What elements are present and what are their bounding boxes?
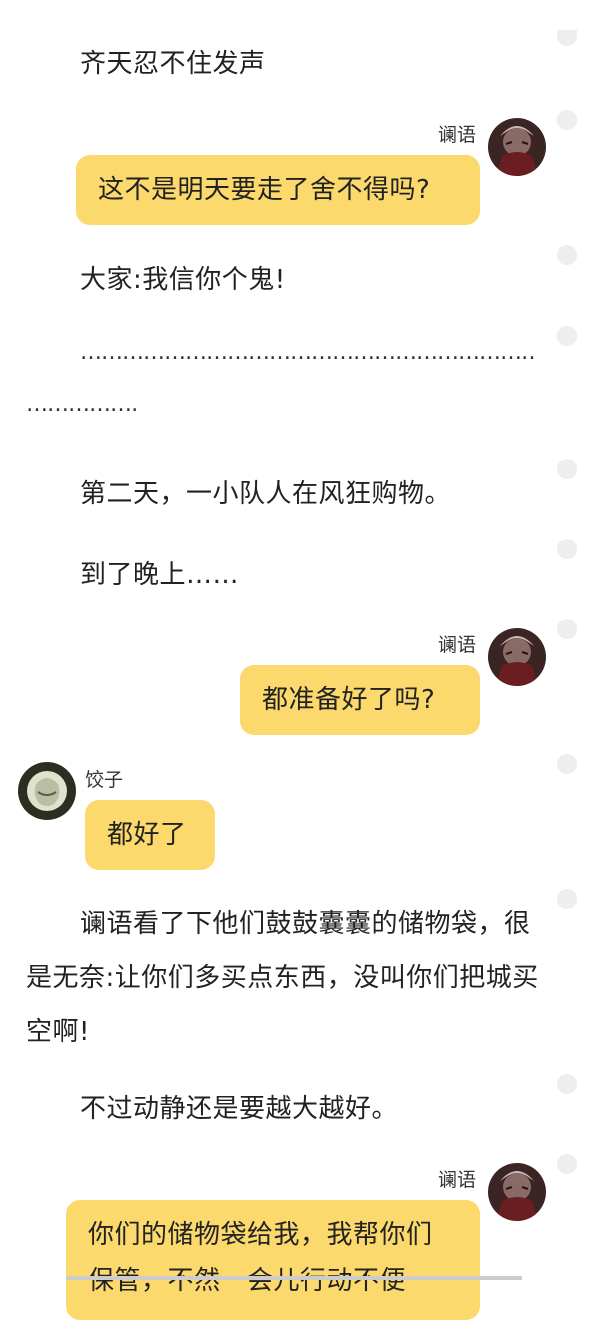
comment-dot-icon[interactable]: [557, 1154, 577, 1174]
chat-bubble: 你们的储物袋给我，我帮你们保管，不然一会儿行动不便: [66, 1200, 480, 1320]
story-paragraph: 第二天，一小队人在风狂购物。: [80, 479, 452, 509]
speaker-name: 谰语: [438, 634, 477, 656]
horizontal-scrollbar[interactable]: [66, 1276, 522, 1280]
chat-bubble: 都准备好了吗?: [240, 665, 480, 735]
ellipsis-line: …………………………………………………………………: [80, 340, 534, 365]
avatar-lanyu[interactable]: [488, 1163, 546, 1221]
story-paragraph: 到了晚上……: [80, 560, 240, 590]
speaker-name: 饺子: [85, 769, 124, 791]
chat-bubble: 都好了: [85, 800, 215, 870]
speaker-name: 谰语: [438, 1169, 477, 1191]
comment-dot-icon[interactable]: [557, 619, 577, 639]
avatar-lanyu[interactable]: [488, 118, 546, 176]
character-portrait-icon: [488, 628, 546, 686]
comment-dot-icon[interactable]: [557, 326, 577, 346]
comment-dot-icon[interactable]: [557, 754, 577, 774]
story-paragraph: 大家:我信你个鬼!: [80, 265, 286, 295]
comment-dot-icon[interactable]: [557, 889, 577, 909]
avatar-jiaozi[interactable]: [18, 762, 76, 820]
story-paragraph: 不过动静还是要越大越好。: [80, 1094, 399, 1124]
comment-dot-icon[interactable]: [557, 245, 577, 265]
story-paragraph: 谰语看了下他们鼓鼓囊囊的储物袋，很是无奈:让你们多买点东西，没叫你们把城买空啊!: [26, 909, 539, 1047]
chat-bubble: 这不是明天要走了舍不得吗?: [76, 155, 480, 225]
comment-dot-icon[interactable]: [557, 1074, 577, 1094]
character-portrait-icon: [488, 1163, 546, 1221]
comment-dot-icon[interactable]: [557, 539, 577, 559]
character-portrait-icon: [488, 118, 546, 176]
ellipsis-line: ………………: [26, 392, 138, 417]
speaker-name: 谰语: [438, 124, 477, 146]
sketch-portrait-icon: [18, 762, 76, 820]
story-paragraph: 齐天忍不住发声: [80, 49, 266, 79]
comment-dot-icon[interactable]: [557, 30, 577, 46]
comment-dot-icon[interactable]: [557, 459, 577, 479]
comment-dot-icon[interactable]: [557, 110, 577, 130]
avatar-lanyu[interactable]: [488, 628, 546, 686]
